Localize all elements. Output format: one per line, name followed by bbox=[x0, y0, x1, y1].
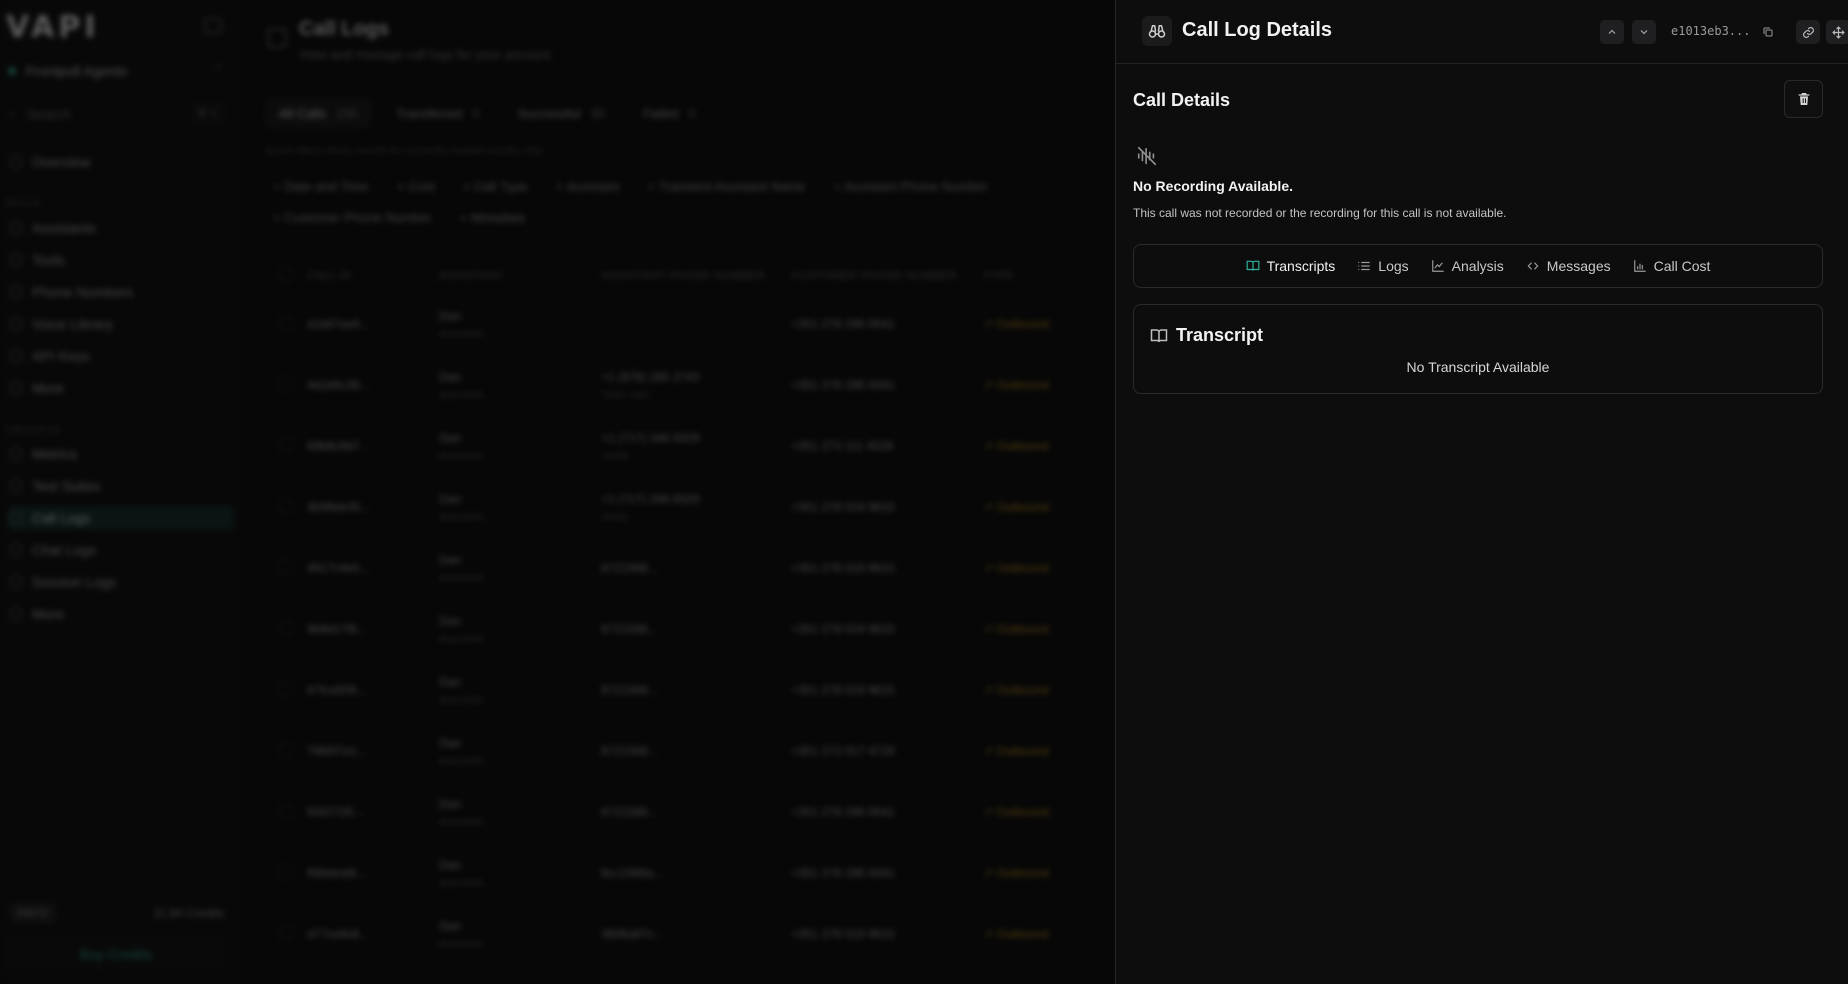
line-chart-icon bbox=[1431, 260, 1444, 272]
transcript-card: Transcript No Transcript Available bbox=[1133, 304, 1823, 394]
book-open-icon bbox=[1150, 328, 1168, 342]
tab-label: Call Cost bbox=[1653, 258, 1711, 274]
panel-header: Call Log Details e1013eb3... bbox=[1116, 0, 1848, 64]
tab-label: Analysis bbox=[1451, 258, 1504, 274]
chevron-up-icon bbox=[1608, 29, 1616, 34]
binoculars-icon bbox=[1142, 16, 1172, 46]
tab-transcripts[interactable]: Transcripts bbox=[1246, 258, 1336, 274]
audio-off-icon bbox=[1136, 145, 1158, 167]
call-id: e1013eb3... bbox=[1671, 24, 1751, 38]
chevron-down-icon bbox=[1640, 30, 1648, 35]
link-icon bbox=[1802, 26, 1814, 38]
tab-label: Logs bbox=[1378, 258, 1409, 274]
move-icon bbox=[1831, 25, 1845, 39]
expand-button[interactable] bbox=[1826, 20, 1848, 44]
detail-tabs: Transcripts Logs Analysis Messages Call … bbox=[1133, 244, 1823, 288]
no-recording-description: This call was not recorded or the record… bbox=[1133, 206, 1507, 220]
transcript-empty-message: No Transcript Available bbox=[1406, 359, 1550, 375]
bar-chart-icon bbox=[1633, 260, 1646, 272]
book-open-icon bbox=[1246, 260, 1259, 271]
previous-call-button[interactable] bbox=[1600, 20, 1624, 44]
no-recording-title: No Recording Available. bbox=[1133, 178, 1293, 194]
delete-call-button[interactable] bbox=[1784, 80, 1823, 118]
trash-icon bbox=[1798, 93, 1809, 105]
tab-call-cost[interactable]: Call Cost bbox=[1633, 258, 1711, 274]
copy-id-button[interactable] bbox=[1758, 22, 1778, 42]
transcript-header: Transcript bbox=[1150, 325, 1263, 346]
transcript-title: Transcript bbox=[1176, 325, 1264, 345]
app-root: VAPI Frontpoll Agents ⌃ ○ Search ⌘ K Ove… bbox=[0, 0, 1848, 984]
tab-label: Messages bbox=[1546, 258, 1611, 274]
copy-link-button[interactable] bbox=[1796, 20, 1820, 44]
panel-title: Call Log Details bbox=[1182, 19, 1333, 41]
list-icon bbox=[1358, 261, 1371, 271]
call-log-details-panel: Call Log Details e1013eb3... Call Detail… bbox=[1115, 0, 1848, 984]
copy-icon bbox=[1763, 27, 1773, 37]
tab-messages[interactable]: Messages bbox=[1526, 258, 1611, 274]
tab-analysis[interactable]: Analysis bbox=[1431, 258, 1504, 274]
tab-logs[interactable]: Logs bbox=[1357, 258, 1409, 274]
code-icon bbox=[1527, 262, 1539, 270]
next-call-button[interactable] bbox=[1632, 20, 1656, 44]
call-details-title: Call Details bbox=[1133, 90, 1231, 110]
tab-label: Transcripts bbox=[1266, 258, 1336, 274]
